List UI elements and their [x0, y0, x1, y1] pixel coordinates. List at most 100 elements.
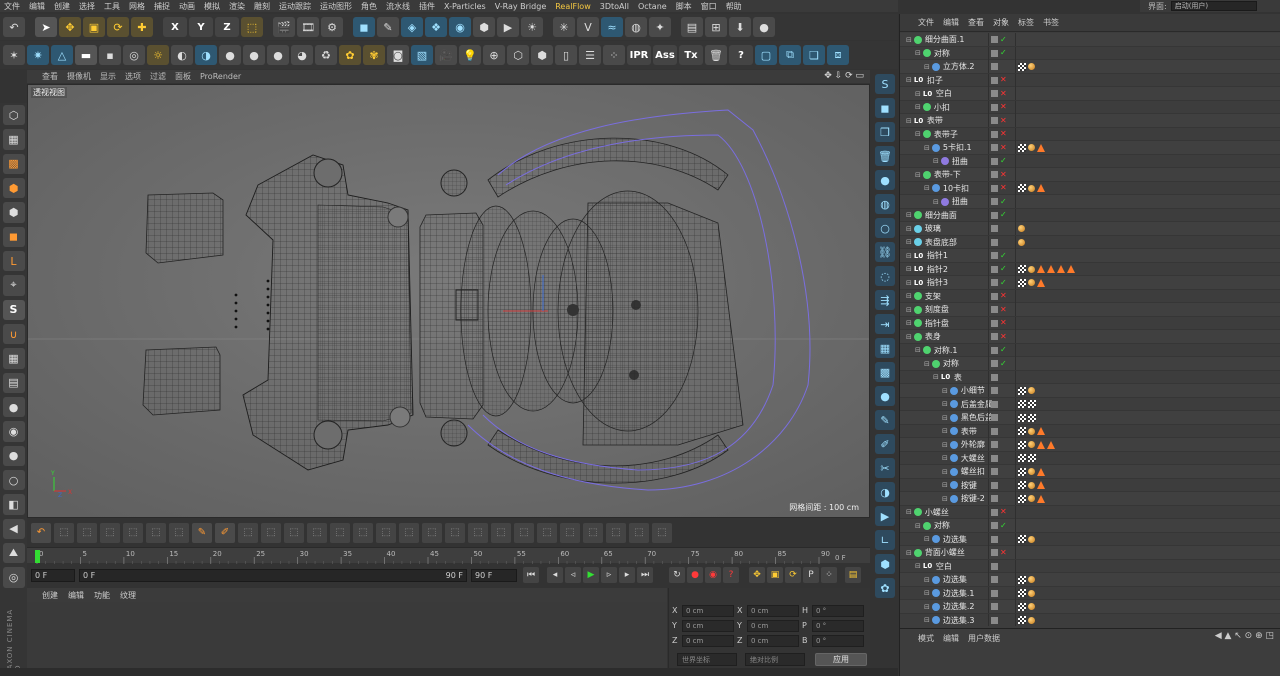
arrow-icon[interactable]: ➤ [35, 17, 57, 37]
sphere-white-icon[interactable]: ○ [2, 469, 25, 491]
object-row[interactable]: ⊟ 螺丝扣 [900, 465, 1280, 479]
next-frame-icon[interactable]: ▹ [601, 567, 617, 583]
menu-item[interactable]: 网格 [129, 1, 145, 12]
material-tag-icon[interactable] [1018, 238, 1025, 246]
expand-icon[interactable]: ⊟ [915, 171, 921, 179]
object-name-cell[interactable]: ⊟ L0 指针1 [906, 249, 948, 262]
s-icon[interactable]: S [875, 74, 895, 94]
sphere-matte-icon[interactable]: ● [2, 396, 25, 418]
object-row[interactable]: ⊟ 指针盘 ✕ [900, 316, 1280, 330]
texture-tag-icon[interactable] [1018, 575, 1026, 584]
visibility-toggle[interactable] [991, 441, 998, 448]
anim-tool-2-icon[interactable]: ⬚ [77, 522, 97, 543]
goto-end-icon[interactable]: ⏭ [637, 567, 653, 583]
anim-tool-22-icon[interactable]: ⬚ [583, 522, 603, 543]
gradient-icon[interactable]: ◧ [2, 494, 25, 515]
texture-tag-icon[interactable] [1018, 62, 1026, 71]
attribute-menu-item[interactable]: 编辑 [943, 633, 959, 644]
visibility-toggle[interactable] [991, 535, 998, 543]
anim-tool-24-icon[interactable]: ⬚ [629, 522, 649, 543]
realflow-icon[interactable]: ≈ [601, 17, 623, 37]
object-name-cell[interactable]: ⊟ 扭曲 [933, 195, 968, 208]
object-name-cell[interactable]: ⊟ 对称 [924, 357, 959, 370]
coord-value-field[interactable]: 0 cm [682, 604, 734, 617]
play-blue-icon[interactable]: ▶ [875, 506, 895, 526]
menu-item[interactable]: 文件 [4, 1, 20, 12]
scale-key-icon[interactable]: ▣ [767, 567, 783, 583]
warning-tag-icon[interactable] [1037, 265, 1045, 273]
coord-value-field[interactable]: 0 ° [812, 619, 864, 632]
cube-solid-orange-icon[interactable]: ◼ [2, 226, 25, 247]
attribute-menu-item[interactable]: 模式 [918, 633, 934, 644]
brush-icon[interactable]: ✎ [875, 410, 895, 430]
axis-y-button[interactable]: Y [189, 17, 213, 37]
object-name-cell[interactable]: ⊟ 5卡扣.1 [924, 141, 972, 154]
texture-tag-icon[interactable] [1018, 602, 1026, 611]
file-icon[interactable]: ▯ [555, 45, 577, 65]
anim-tool-13-icon[interactable]: ⬚ [376, 522, 396, 543]
mode-edges-icon[interactable]: ✷ [27, 45, 49, 65]
menu-item[interactable]: 3DtoAll [600, 2, 629, 11]
expand-icon[interactable]: ⊟ [942, 414, 948, 422]
disabled-x-icon[interactable]: ✕ [1000, 130, 1007, 138]
anim-tool-20-icon[interactable]: ⬚ [537, 522, 557, 543]
end-frame-field[interactable]: 90 F [471, 568, 517, 582]
anim-tool-15-icon[interactable]: ⬚ [422, 522, 442, 543]
blue-ball-icon[interactable]: ● [875, 170, 895, 190]
cyan-stack-icon[interactable]: ❏ [803, 45, 825, 65]
object-name-cell[interactable]: ⊟ 按键 [942, 479, 977, 492]
expand-icon[interactable]: ⊟ [915, 130, 921, 138]
visibility-toggle[interactable] [991, 616, 998, 624]
anim-tool-21-icon[interactable]: ⬚ [560, 522, 580, 543]
object-row[interactable]: ⊟ 小螺丝 ✕ [900, 505, 1280, 519]
landscape-icon[interactable]: ⛰ [2, 542, 25, 564]
expand-icon[interactable]: ⊟ [906, 252, 912, 260]
cube-wire-icon[interactable]: ⬡ [2, 105, 25, 126]
material-tag-icon[interactable] [1028, 468, 1035, 475]
expand-icon[interactable]: ⊟ [924, 144, 930, 152]
object-name-cell[interactable]: ⊟ 指针盘 [906, 317, 949, 330]
auto-key-icon[interactable]: ◉ [705, 567, 721, 583]
expand-icon[interactable]: ⊟ [933, 157, 939, 165]
download-icon[interactable]: ⬇ [729, 17, 751, 37]
disabled-x-icon[interactable]: ✕ [1000, 116, 1007, 125]
object-menu-item[interactable]: 对象 [993, 17, 1009, 28]
object-name-cell[interactable]: ⊟ 边选集.2 [924, 600, 975, 613]
visibility-toggle[interactable] [991, 265, 998, 273]
box-blue-icon[interactable]: ⬢ [875, 554, 895, 574]
move-icon[interactable]: ✥ [59, 17, 81, 37]
visibility-toggle[interactable] [991, 238, 998, 246]
visibility-toggle[interactable] [991, 576, 998, 583]
expand-icon[interactable]: ⊟ [915, 562, 921, 570]
object-row[interactable]: ⊟ 边选集.1 [900, 586, 1280, 600]
layout-icon[interactable]: ▤ [681, 17, 703, 37]
visibility-toggle[interactable] [991, 171, 998, 178]
visibility-toggle[interactable] [991, 36, 998, 43]
expand-icon[interactable]: ⊟ [942, 468, 948, 476]
expand-icon[interactable]: ⊟ [915, 522, 921, 530]
knife-icon[interactable]: ⇥ [875, 314, 895, 334]
expand-icon[interactable]: ⊟ [915, 346, 921, 354]
texture-tag-icon[interactable] [1018, 440, 1026, 449]
object-name-cell[interactable]: ⊟ 表带-下 [915, 168, 961, 181]
material-tag-icon[interactable] [1028, 616, 1035, 624]
viewport-menu-item[interactable]: 查看 [42, 71, 58, 82]
object-row[interactable]: ⊟ 扭曲 ✓ [900, 195, 1280, 209]
object-row[interactable]: ⊟ 表身 ✕ [900, 330, 1280, 344]
anim-tool-1-icon[interactable]: ⬚ [54, 522, 74, 543]
globe-icon[interactable]: ⊕ [483, 45, 505, 65]
menu-item[interactable]: 动画 [179, 1, 195, 12]
attribute-nav-icons[interactable]: ◀ ▲ ↖ ⊙ ⊕ ◳ [1215, 631, 1274, 641]
object-name-cell[interactable]: ⊟ 支架 [906, 290, 941, 303]
menu-item[interactable]: 脚本 [676, 1, 692, 12]
menu-item[interactable]: 帮助 [726, 1, 742, 12]
visibility-toggle[interactable] [991, 603, 998, 610]
expand-icon[interactable]: ⊟ [942, 427, 948, 435]
object-row[interactable]: ⊟ L0 表 [900, 370, 1280, 384]
cyan-squares-icon[interactable]: ⧉ [779, 45, 801, 65]
enabled-check-icon[interactable]: ✓ [1000, 346, 1007, 354]
texture-tag-icon[interactable] [1028, 454, 1036, 462]
cube-icon[interactable]: ◼ [353, 17, 375, 37]
object-name-cell[interactable]: ⊟ 表带 [942, 425, 977, 438]
play-icon[interactable]: ▶ [583, 567, 599, 583]
